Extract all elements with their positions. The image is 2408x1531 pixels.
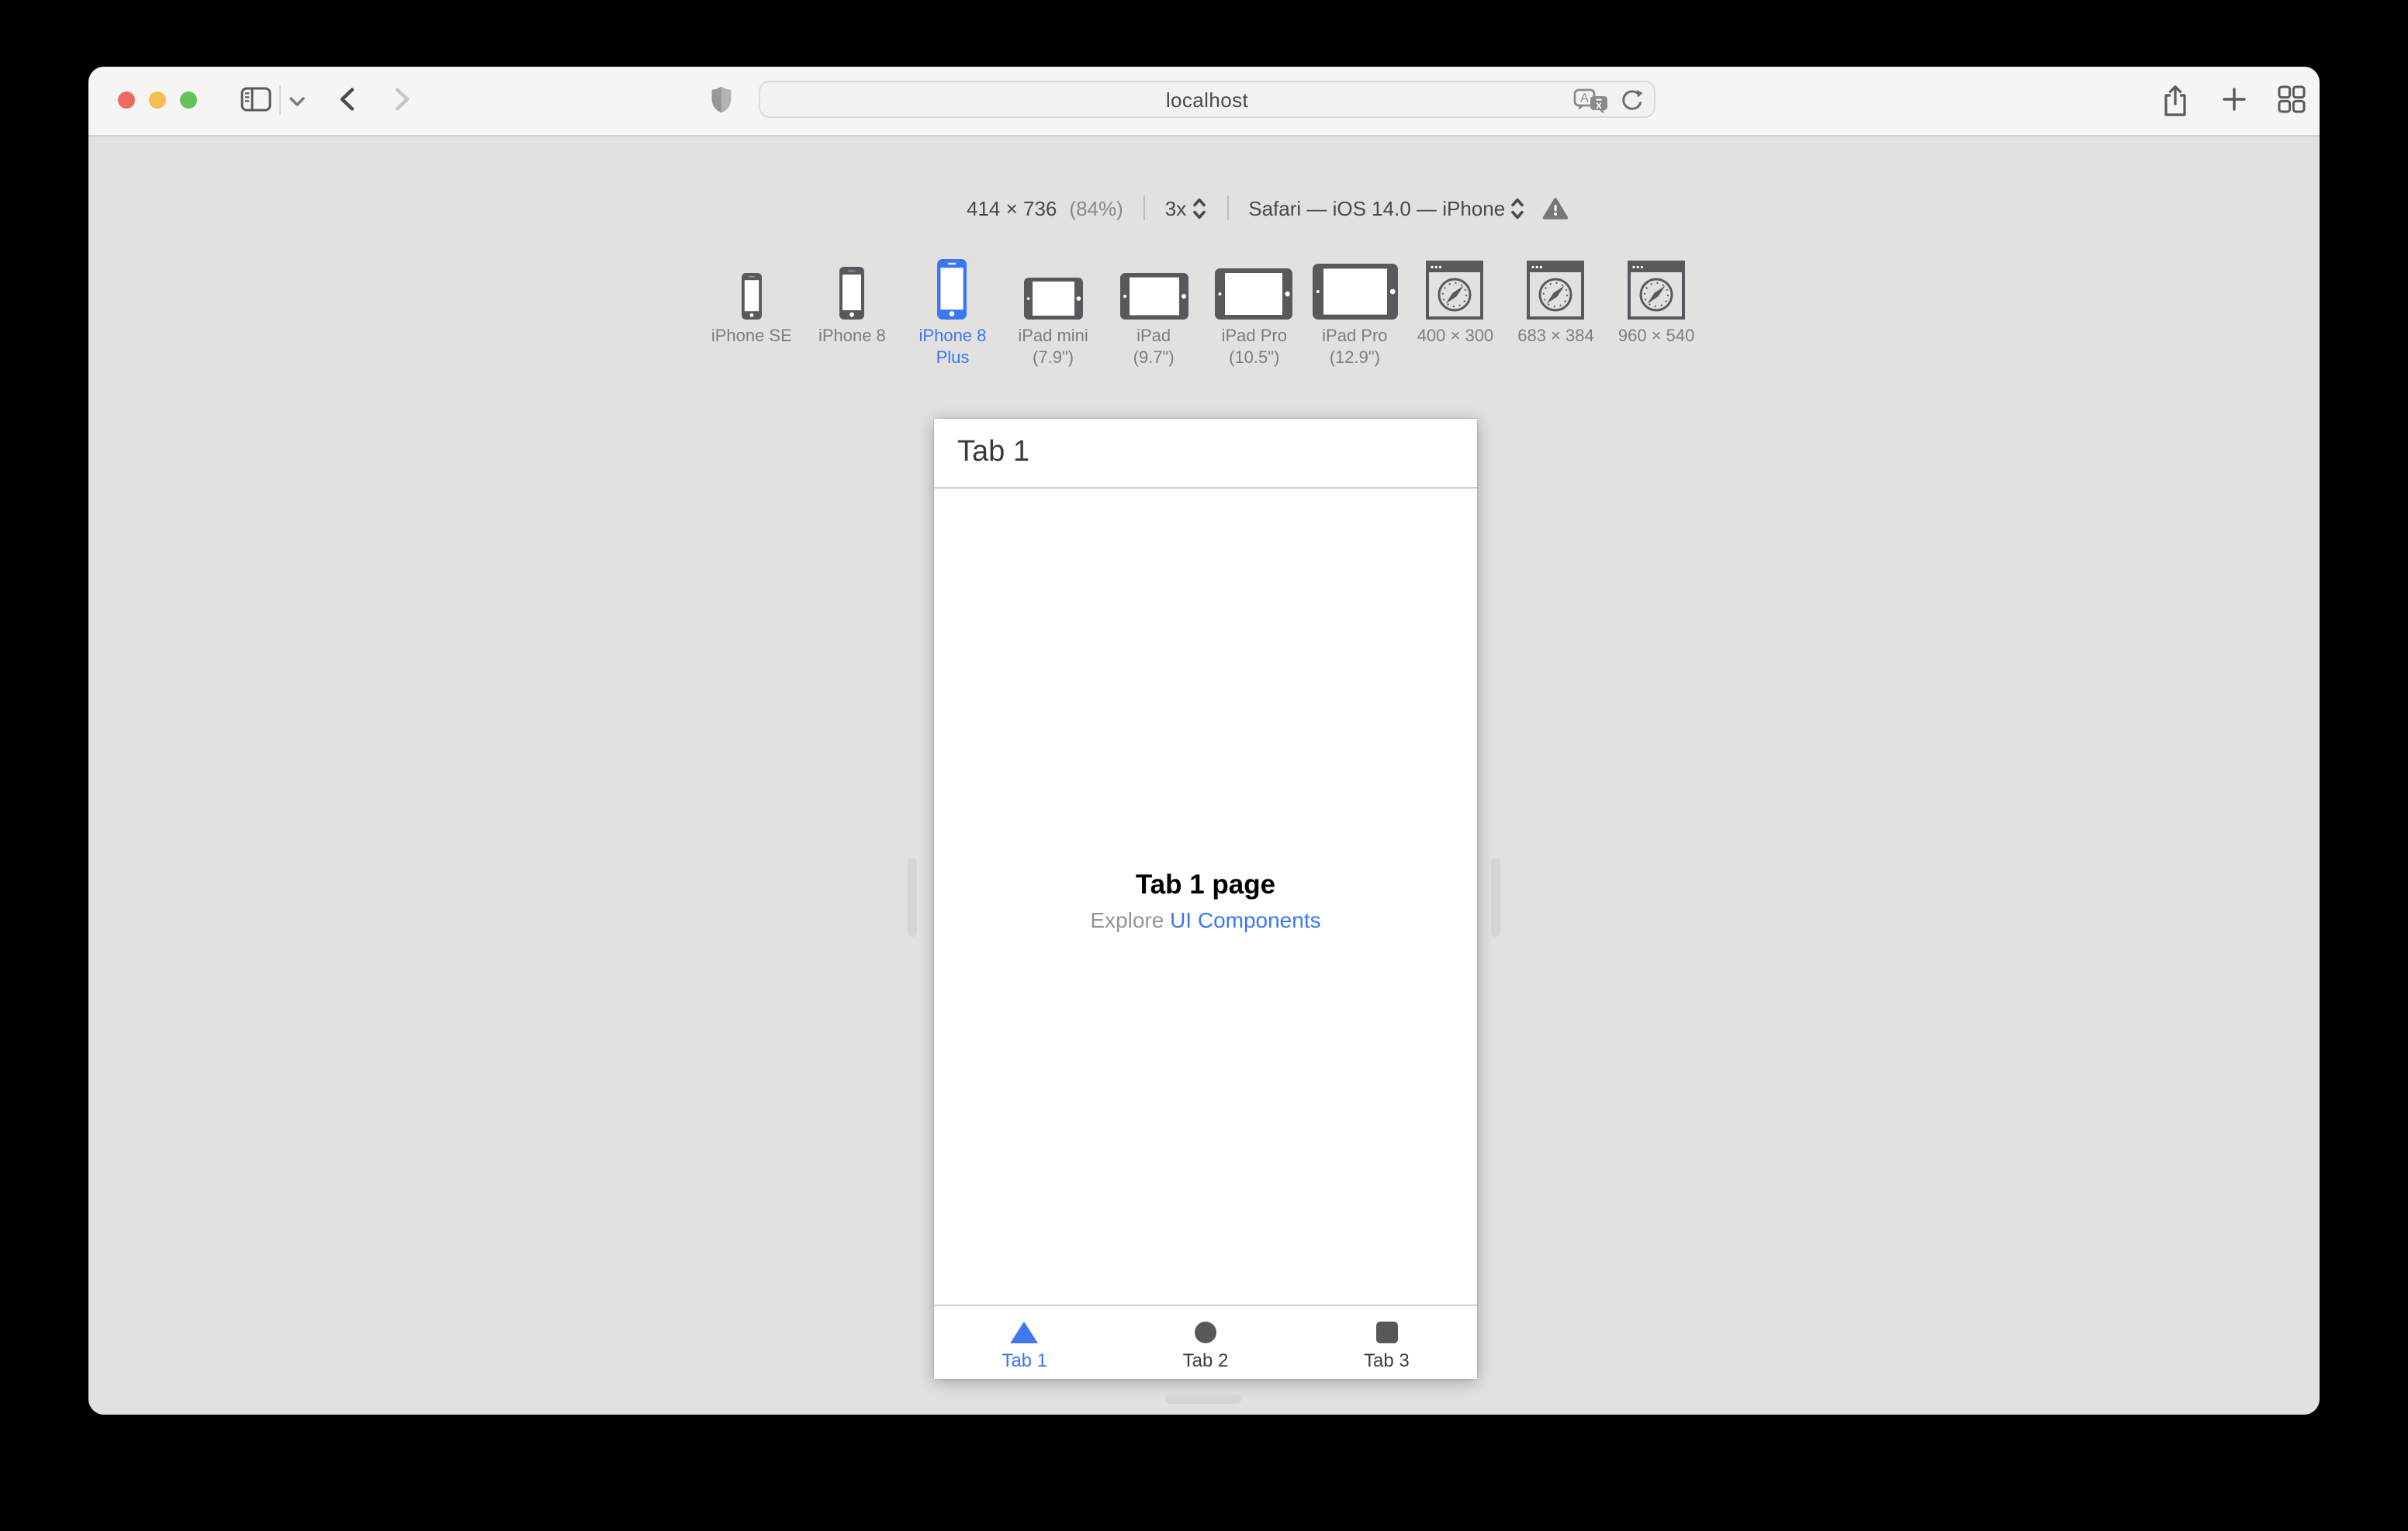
- translate-icon[interactable]: A x: [1573, 88, 1609, 114]
- explore-label: Explore: [1090, 907, 1171, 932]
- resize-handle-left[interactable]: [908, 858, 917, 937]
- resize-handle-bottom[interactable]: [1165, 1394, 1241, 1404]
- browser-titlebar: localhost A x: [88, 67, 2320, 137]
- share-icon[interactable]: [2161, 84, 2189, 118]
- tab-2[interactable]: Tab 2: [1115, 1306, 1296, 1379]
- app-navbar: Tab 1: [934, 419, 1477, 489]
- ui-components-link[interactable]: UI Components: [1170, 907, 1321, 932]
- ipad-icon: [1119, 247, 1188, 320]
- toolbar-separator: [1143, 195, 1145, 220]
- back-button[interactable]: [338, 87, 355, 112]
- ipad-pro-12-icon: [1312, 247, 1398, 320]
- browser-400x300-icon: [1426, 247, 1484, 320]
- viewport-zoom-text: (84%): [1069, 196, 1123, 219]
- url-text: localhost: [1165, 88, 1249, 111]
- screen: localhost A x 414 × 736 (84%) 3x Safari …: [0, 0, 2408, 1531]
- ipad-pro-10-icon: [1215, 247, 1293, 320]
- safari-window: localhost A x 414 × 736 (84%) 3x Safari …: [88, 67, 2320, 1415]
- square-icon: [1375, 1322, 1398, 1343]
- ipad-mini-icon: [1023, 247, 1083, 320]
- pixel-ratio-select[interactable]: 3x: [1165, 196, 1186, 219]
- circle-icon: [1195, 1322, 1216, 1343]
- app-navbar-title: Tab 1: [957, 436, 1029, 468]
- device-ipad-pro-12[interactable]: iPad Pro (12.9"): [1305, 247, 1406, 369]
- page-title: Tab 1 page: [1135, 869, 1276, 900]
- zoom-window-button[interactable]: [179, 91, 196, 108]
- browser-683x384-icon: [1527, 247, 1585, 320]
- minimize-window-button[interactable]: [148, 91, 165, 108]
- device-iphone-8[interactable]: iPhone 8: [802, 247, 903, 369]
- device-iphone-se[interactable]: iPhone SE: [701, 247, 802, 369]
- device-ipad-pro-10[interactable]: iPad Pro (10.5"): [1204, 247, 1305, 369]
- tab-3[interactable]: Tab 3: [1296, 1306, 1477, 1379]
- device-960x540[interactable]: 960 × 540: [1606, 247, 1707, 369]
- tab-1[interactable]: Tab 1: [934, 1306, 1115, 1379]
- device-ipad-mini[interactable]: iPad mini (7.9"): [1003, 247, 1104, 369]
- chevron-down-icon[interactable]: [289, 96, 306, 107]
- tab-overview-icon[interactable]: [2278, 85, 2306, 113]
- browser-960x540-icon: [1628, 247, 1686, 320]
- viewport-preview: Tab 1 Tab 1 page Explore UI Components T…: [934, 419, 1477, 1379]
- viewport-size-text: 414 × 736: [967, 196, 1057, 219]
- privacy-shield-icon: [711, 85, 732, 113]
- close-window-button[interactable]: [117, 91, 134, 108]
- svg-text:x: x: [1596, 98, 1602, 110]
- titlebar-divider: [279, 85, 281, 115]
- warning-icon[interactable]: [1542, 196, 1569, 219]
- pixel-ratio-stepper-icon[interactable]: [1191, 196, 1206, 219]
- iphone-8-icon: [839, 247, 865, 320]
- svg-text:A: A: [1580, 92, 1589, 105]
- forward-button[interactable]: [394, 87, 411, 112]
- device-683x384[interactable]: 683 × 384: [1506, 247, 1607, 369]
- page-content: Tab 1 page Explore UI Components: [934, 869, 1477, 932]
- sidebar-toggle-icon[interactable]: [240, 87, 272, 112]
- triangle-icon: [1010, 1322, 1039, 1343]
- iphone-8-plus-icon: [937, 247, 967, 320]
- device-preset-row: iPhone SE iPhone 8 iPhone 8 Plus iPad mi…: [701, 247, 1707, 369]
- user-agent-select[interactable]: Safari — iOS 14.0 — iPhone: [1248, 196, 1505, 219]
- iphone-se-icon: [741, 247, 762, 320]
- rdm-toolbar: 414 × 736 (84%) 3x Safari — iOS 14.0 — i…: [967, 194, 1569, 222]
- device-iphone-8-plus[interactable]: iPhone 8 Plus: [902, 247, 1003, 369]
- device-ipad[interactable]: iPad (9.7"): [1103, 247, 1204, 369]
- user-agent-stepper-icon[interactable]: [1510, 196, 1525, 219]
- device-400x300[interactable]: 400 × 300: [1405, 247, 1506, 369]
- address-bar[interactable]: localhost A x: [759, 81, 1656, 118]
- new-tab-icon[interactable]: [2222, 87, 2247, 112]
- toolbar-separator: [1226, 195, 1229, 220]
- app-tabbar: Tab 1 Tab 2 Tab 3: [934, 1305, 1477, 1379]
- reload-icon[interactable]: [1620, 88, 1645, 113]
- resize-handle-right[interactable]: [1491, 858, 1500, 937]
